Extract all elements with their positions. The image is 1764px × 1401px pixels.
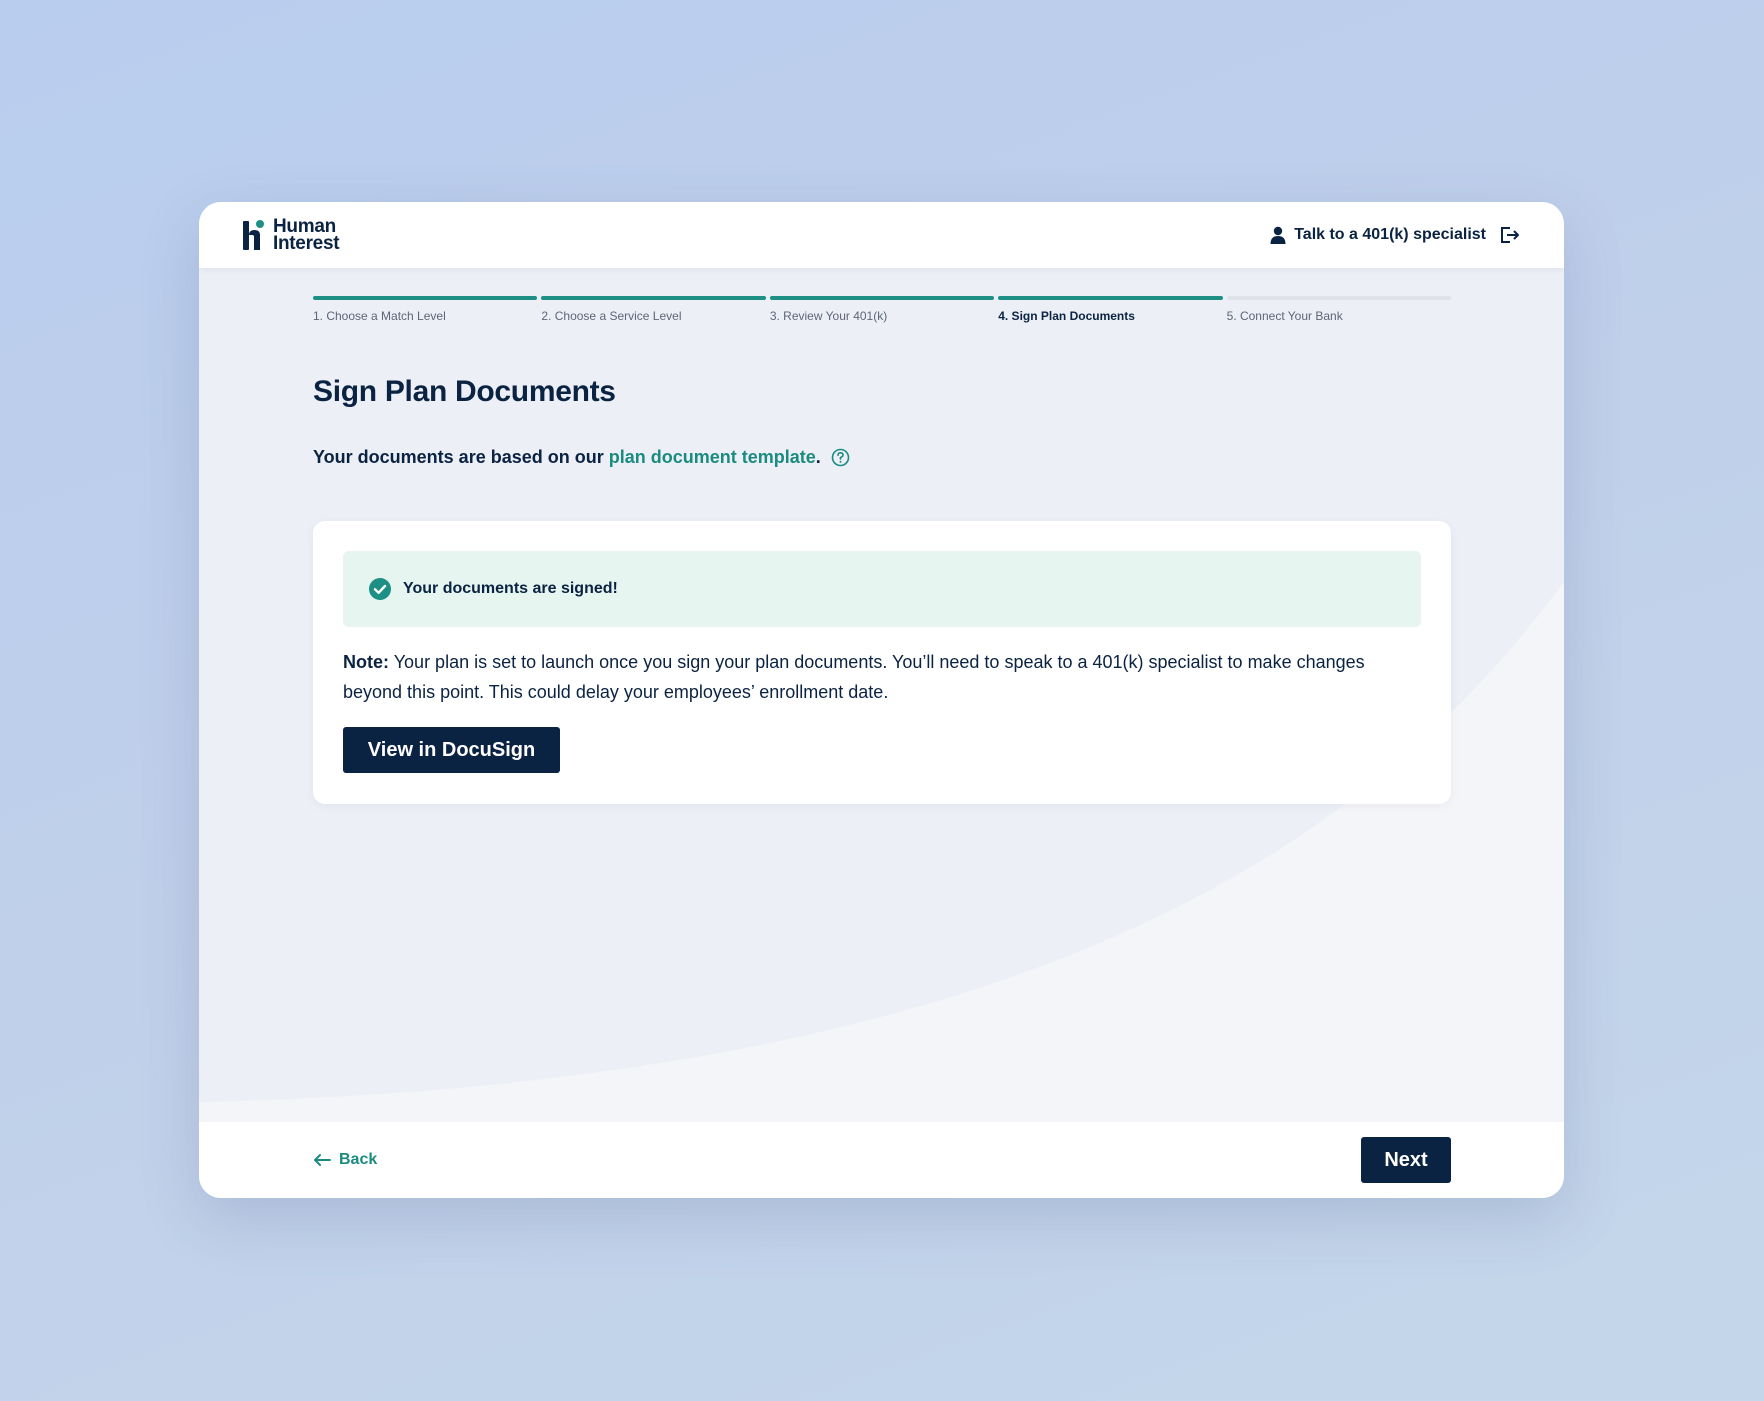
back-label: Back <box>339 1151 378 1168</box>
logo-mark-icon <box>243 220 264 250</box>
logout-icon[interactable] <box>1500 226 1520 244</box>
step-bar <box>1226 296 1452 300</box>
step-review-401k: 3. Review Your 401(k) <box>769 296 995 323</box>
intro-prefix: Your documents are based on our plan doc… <box>313 447 821 468</box>
step-choose-service-level: 2. Choose a Service Level <box>541 296 766 323</box>
question-circle-icon[interactable] <box>831 448 850 467</box>
step-label: 4. Sign Plan Documents <box>998 309 1135 323</box>
step-choose-match-level: 1. Choose a Match Level <box>313 296 538 323</box>
success-message: Your documents are signed! <box>403 580 618 597</box>
next-button[interactable]: Next <box>1361 1137 1451 1183</box>
step-label: 2. Choose a Service Level <box>541 309 682 323</box>
documents-card: Your documents are signed! Note: Your pl… <box>313 521 1451 804</box>
brand-logo[interactable]: Human Interest <box>241 217 340 254</box>
step-sign-plan-documents: 4. Sign Plan Documents <box>998 296 1223 323</box>
back-button[interactable]: Back <box>313 1122 377 1198</box>
person-icon <box>1270 226 1286 244</box>
arrow-left-icon <box>314 1154 331 1166</box>
note-text: Your plan is set to launch once you sign… <box>343 652 1365 702</box>
step-bar <box>998 296 1223 300</box>
top-bar: Human Interest Talk to a 401(k) speciali… <box>199 202 1564 268</box>
view-in-docusign-button[interactable]: View in DocuSign <box>343 727 560 773</box>
step-label: 5. Connect Your Bank <box>1226 309 1343 323</box>
step-label: 1. Choose a Match Level <box>313 309 446 323</box>
intro-text: Your documents are based on our plan doc… <box>313 447 850 468</box>
brand-wordmark: Human Interest <box>273 217 340 254</box>
step-label: 3. Review Your 401(k) <box>769 309 888 323</box>
step-bar <box>769 296 995 300</box>
onboarding-window: Human Interest Talk to a 401(k) speciali… <box>199 202 1564 1198</box>
specialist-link[interactable]: Talk to a 401(k) specialist <box>1270 226 1520 244</box>
brand-line-2: Interest <box>273 233 340 254</box>
footer-bar: Back Next <box>199 1122 1564 1198</box>
step-bar <box>541 296 766 300</box>
page-title: Sign Plan Documents <box>313 375 616 408</box>
plan-template-link[interactable]: plan document template <box>609 447 816 467</box>
launch-note: Note: Your plan is set to launch once yo… <box>343 647 1413 707</box>
intro-prefix-text: Your documents are based on our <box>313 447 604 467</box>
success-banner: Your documents are signed! <box>343 551 1421 627</box>
step-bar <box>313 296 538 300</box>
note-label: Note: <box>343 652 389 672</box>
progress-stepper: 1. Choose a Match Level 2. Choose a Serv… <box>313 296 1452 323</box>
intro-suffix: . <box>815 447 821 467</box>
check-circle-icon <box>369 578 391 600</box>
specialist-label[interactable]: Talk to a 401(k) specialist <box>1294 226 1486 244</box>
step-connect-bank: 5. Connect Your Bank <box>1226 296 1452 323</box>
